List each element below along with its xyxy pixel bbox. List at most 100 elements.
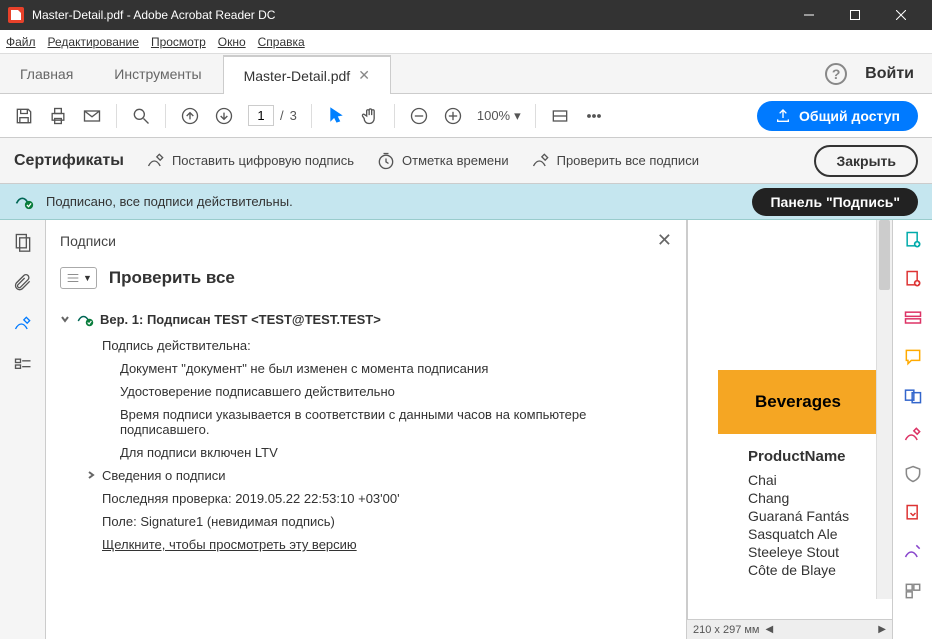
- document-page: Beverages ProductName Chai Chang Guaraná…: [688, 220, 892, 579]
- verify-all-label[interactable]: Проверить все: [109, 268, 235, 288]
- close-button[interactable]: [878, 0, 924, 30]
- pointer-icon[interactable]: [326, 106, 346, 126]
- signature-valid-label: Подпись действительна:: [60, 334, 672, 357]
- vertical-scrollbar[interactable]: [876, 220, 892, 599]
- acrobat-icon: [8, 7, 24, 23]
- page-total: 3: [290, 108, 297, 123]
- signature-details-row[interactable]: Сведения о подписи: [60, 464, 672, 487]
- main-area: Подписи ✕ ▼ Проверить все Вер. 1: Подпис…: [0, 220, 932, 639]
- help-icon[interactable]: ?: [825, 63, 847, 85]
- tab-document-label: Master-Detail.pdf: [244, 68, 351, 84]
- signature-tree: Вер. 1: Подписан TEST <TEST@TEST.TEST> П…: [46, 301, 686, 570]
- menu-view[interactable]: Просмотр: [151, 35, 206, 49]
- share-button[interactable]: Общий доступ: [757, 101, 918, 131]
- column-header: ProductName: [718, 434, 892, 471]
- signature-panel-close-icon[interactable]: ✕: [657, 230, 672, 251]
- tab-document[interactable]: Master-Detail.pdf ✕: [223, 55, 391, 94]
- more-tools-icon[interactable]: [903, 581, 923, 604]
- mail-icon[interactable]: [82, 106, 102, 126]
- zoom-in-icon[interactable]: [443, 106, 463, 126]
- signature-detail-4: Для подписи включен LTV: [60, 441, 672, 464]
- pen-check-icon: [531, 151, 551, 171]
- scrollbar-thumb[interactable]: [879, 220, 890, 290]
- menubar: Файл Редактирование Просмотр Окно Справк…: [0, 30, 932, 54]
- combine-icon[interactable]: [903, 386, 923, 409]
- minimize-button[interactable]: [786, 0, 832, 30]
- signature-version-label: Вер. 1: Подписан TEST <TEST@TEST.TEST>: [100, 312, 381, 327]
- tab-close-icon[interactable]: ✕: [358, 67, 370, 84]
- create-pdf-icon[interactable]: [903, 230, 923, 253]
- zoom-out-icon[interactable]: [409, 106, 429, 126]
- fit-width-icon[interactable]: [550, 106, 570, 126]
- category-header: Beverages: [718, 370, 878, 434]
- signature-view-version-link[interactable]: Щелкните, чтобы просмотреть эту версию: [102, 537, 357, 552]
- pen-icon: [146, 151, 166, 171]
- document-viewport[interactable]: Beverages ProductName Chai Chang Guaraná…: [687, 220, 892, 619]
- signed-bar: Подписано, все подписи действительны. Па…: [0, 184, 932, 220]
- page-input[interactable]: [248, 105, 274, 126]
- organize-icon[interactable]: [903, 425, 923, 448]
- signed-message: Подписано, все подписи действительны.: [46, 194, 740, 209]
- page-size-label: 210 x 297 мм: [693, 624, 760, 636]
- certificates-bar: Сертификаты Поставить цифровую подпись О…: [0, 138, 932, 184]
- signature-valid-icon: [14, 190, 34, 213]
- product-row: Chang: [718, 489, 892, 507]
- fill-sign-icon[interactable]: [903, 542, 923, 565]
- signature-valid-mini-icon: [76, 309, 94, 330]
- signature-detail-2: Удостоверение подписавшего действительно: [60, 380, 672, 403]
- edit-pdf-icon[interactable]: [903, 308, 923, 331]
- maximize-button[interactable]: [832, 0, 878, 30]
- signature-detail-3: Время подписи указывается в соответствии…: [60, 403, 672, 441]
- window-title: Master-Detail.pdf - Adobe Acrobat Reader…: [32, 8, 786, 22]
- digital-sign-button[interactable]: Поставить цифровую подпись: [146, 151, 354, 171]
- bookmarks-icon[interactable]: [13, 355, 33, 378]
- compress-icon[interactable]: [903, 503, 923, 526]
- clock-icon: [376, 151, 396, 171]
- toolbar: / 3 100%▾ Общий доступ: [0, 94, 932, 138]
- product-row: Sasquatch Ale: [718, 525, 892, 543]
- scroll-left-icon[interactable]: ◀: [766, 624, 774, 635]
- comment-icon[interactable]: [903, 347, 923, 370]
- signature-panel: Подписи ✕ ▼ Проверить все Вер. 1: Подпис…: [46, 220, 687, 639]
- menu-file[interactable]: Файл: [6, 35, 36, 49]
- tab-home[interactable]: Главная: [0, 54, 94, 93]
- hand-icon[interactable]: [360, 106, 380, 126]
- verify-all-button[interactable]: Проверить все подписи: [531, 151, 699, 171]
- attachments-icon[interactable]: [13, 273, 33, 296]
- more-icon[interactable]: [584, 106, 604, 126]
- certificates-title: Сертификаты: [14, 152, 124, 170]
- thumbnails-icon[interactable]: [13, 232, 33, 255]
- menu-window[interactable]: Окно: [218, 35, 246, 49]
- zoom-dropdown[interactable]: 100%▾: [477, 108, 521, 124]
- page-indicator: / 3: [248, 105, 297, 126]
- tab-tools[interactable]: Инструменты: [94, 54, 222, 93]
- print-icon[interactable]: [48, 106, 68, 126]
- scroll-right-icon[interactable]: ▶: [878, 624, 886, 635]
- save-icon[interactable]: [14, 106, 34, 126]
- caret-down-icon: [60, 312, 70, 327]
- tabs-row: Главная Инструменты Master-Detail.pdf ✕ …: [0, 54, 932, 94]
- login-button[interactable]: Войти: [865, 65, 914, 83]
- caret-right-icon: [86, 468, 96, 483]
- prev-page-icon[interactable]: [180, 106, 200, 126]
- timestamp-button[interactable]: Отметка времени: [376, 151, 509, 171]
- left-rail: [0, 220, 46, 639]
- menu-help[interactable]: Справка: [258, 35, 305, 49]
- certificates-close-button[interactable]: Закрыть: [814, 145, 918, 177]
- search-icon[interactable]: [131, 106, 151, 126]
- signature-version-row[interactable]: Вер. 1: Подписан TEST <TEST@TEST.TEST>: [60, 305, 672, 334]
- signatures-icon[interactable]: [13, 314, 33, 337]
- document-status-bar: 210 x 297 мм ◀ ▶: [687, 619, 892, 639]
- protect-icon[interactable]: [903, 464, 923, 487]
- product-row: Guaraná Fantás: [718, 507, 892, 525]
- signature-panel-button[interactable]: Панель "Подпись": [752, 188, 918, 216]
- chevron-down-icon: ▾: [514, 108, 521, 124]
- menu-edit[interactable]: Редактирование: [48, 35, 139, 49]
- upload-icon: [775, 108, 791, 124]
- product-row: Chai: [718, 471, 892, 489]
- signature-options-button[interactable]: ▼: [60, 267, 97, 289]
- signature-panel-title: Подписи: [60, 233, 116, 249]
- next-page-icon[interactable]: [214, 106, 234, 126]
- list-icon: [65, 270, 81, 286]
- export-pdf-icon[interactable]: [903, 269, 923, 292]
